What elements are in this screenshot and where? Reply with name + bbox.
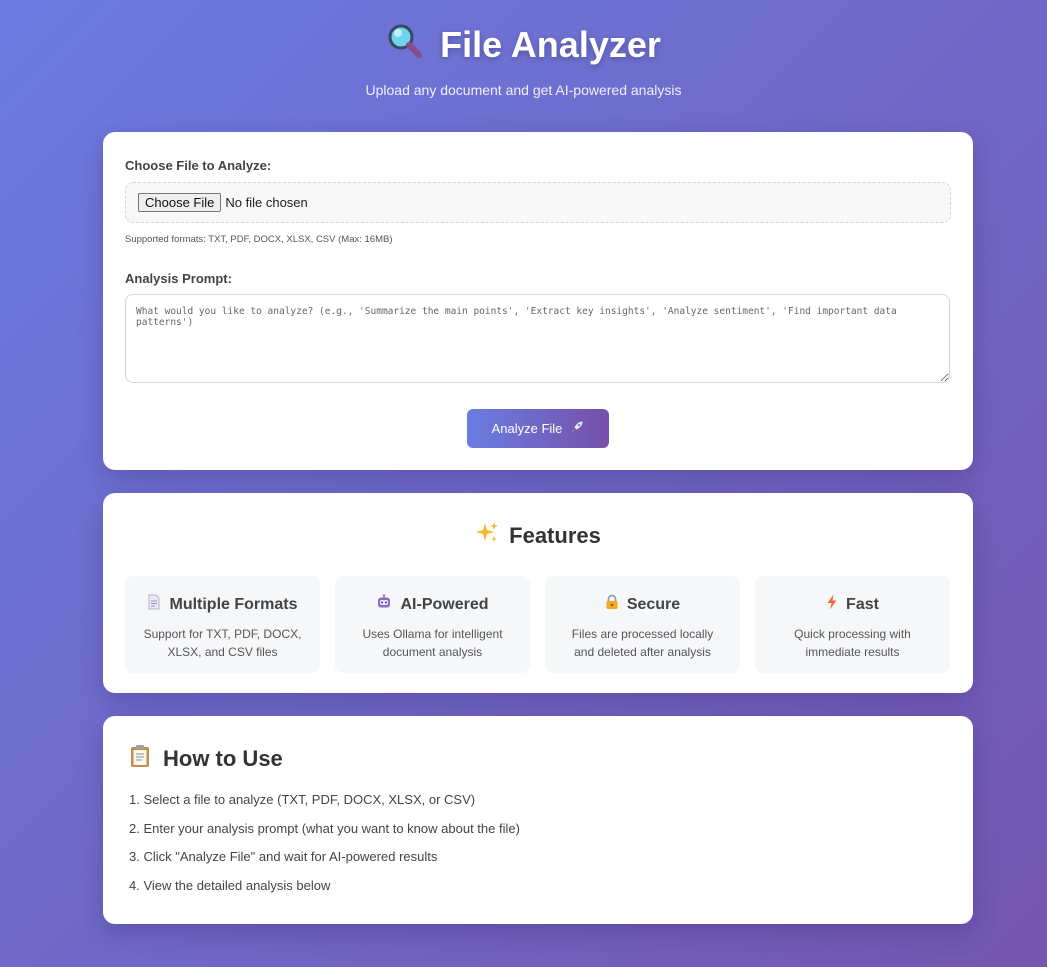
features-title: Features	[125, 521, 951, 551]
page-title: File Analyzer	[386, 22, 661, 68]
features-grid: Multiple Formats Support for TXT, PDF, D…	[125, 576, 951, 673]
analysis-prompt-input[interactable]	[125, 294, 950, 383]
list-item: 1. Select a file to analyze (TXT, PDF, D…	[129, 792, 476, 807]
feature-description: Support for TXT, PDF, DOCX, XLSX, and CS…	[143, 627, 302, 659]
list-item: 2. Enter your analysis prompt (what you …	[129, 820, 520, 836]
feature-description: Quick processing with immediate results	[794, 627, 911, 659]
document-icon	[147, 594, 161, 615]
choose-file-button[interactable]: Choose File	[138, 193, 222, 212]
feature-title: Secure	[626, 595, 681, 613]
page-title-text: File Analyzer	[440, 24, 661, 65]
page-header: File Analyzer Upload any document and ge…	[0, 0, 1047, 98]
howto-title: How to Use	[129, 744, 947, 774]
analyze-file-button[interactable]: Analyze File	[467, 409, 609, 448]
file-label: Choose File to Analyze:	[125, 158, 272, 173]
list-item: 4. View the detailed analysis below	[129, 878, 331, 894]
upload-card: Choose File to Analyze: Choose File No f…	[103, 132, 973, 470]
feature-fast: Fast Quick processing with immediate res…	[755, 576, 950, 673]
lock-icon	[605, 594, 619, 615]
howto-card: How to Use 1. Select a file to analyze (…	[103, 716, 973, 924]
prompt-label: Analysis Prompt:	[125, 271, 232, 286]
magnifying-glass-icon	[386, 22, 424, 69]
file-status-text: No file chosen	[225, 195, 308, 210]
supported-formats-hint: Supported formats: TXT, PDF, DOCX, XLSX,…	[125, 234, 393, 245]
feature-ai-powered: AI-Powered Uses Ollama for intelligent d…	[335, 576, 530, 673]
file-input-box[interactable]: Choose File No file chosen	[125, 182, 951, 223]
feature-title: Fast	[846, 595, 879, 613]
analyze-button-label: Analyze File	[491, 421, 563, 436]
feature-title: Multiple Formats	[169, 595, 298, 613]
lightning-icon	[826, 594, 838, 615]
list-item: 3. Click "Analyze File" and wait for AI-…	[129, 849, 438, 865]
robot-icon	[376, 594, 392, 615]
features-title-text: Features	[509, 523, 601, 548]
page-subtitle: Upload any document and get AI-powered a…	[365, 82, 682, 98]
features-card: Features Multiple Formats Support for TX…	[103, 493, 973, 693]
feature-multiple-formats: Multiple Formats Support for TXT, PDF, D…	[125, 576, 320, 673]
howto-title-text: How to Use	[163, 746, 283, 771]
rocket-icon	[570, 420, 584, 437]
sparkles-icon	[475, 521, 499, 551]
clipboard-icon	[129, 744, 151, 774]
feature-secure: Secure Files are processed locally and d…	[545, 576, 740, 673]
feature-description: Uses Ollama for intelligent document ana…	[362, 627, 503, 659]
feature-description: Files are processed locally and deleted …	[571, 627, 714, 659]
feature-title: AI-Powered	[400, 595, 489, 613]
howto-steps-list: 1. Select a file to analyze (TXT, PDF, D…	[129, 792, 947, 907]
